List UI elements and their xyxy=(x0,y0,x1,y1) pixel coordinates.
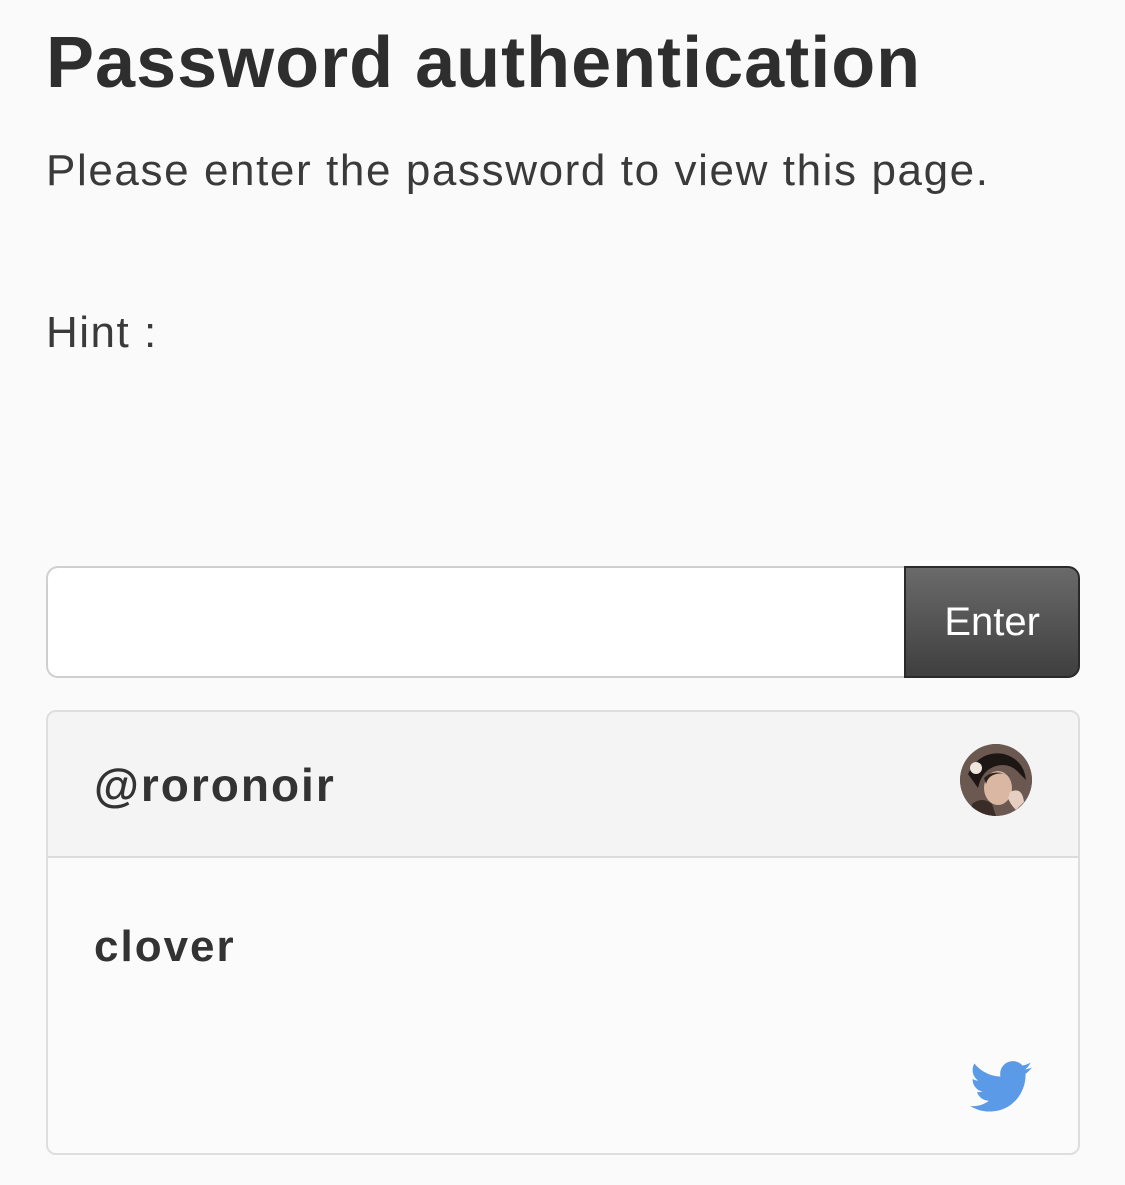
card-body: clover xyxy=(48,858,1078,1153)
card-username[interactable]: @roronoir xyxy=(94,758,336,812)
password-form: Enter xyxy=(46,566,1080,678)
page-description: Please enter the password to view this p… xyxy=(46,146,990,195)
avatar[interactable] xyxy=(960,744,1032,816)
card-message: clover xyxy=(94,922,236,971)
page-title: Password authentication xyxy=(46,23,922,103)
twitter-bird-icon[interactable] xyxy=(970,1061,1032,1113)
avatar-image xyxy=(960,744,1032,816)
hint-label: Hint : xyxy=(46,308,158,357)
password-input[interactable] xyxy=(46,566,905,678)
enter-button[interactable]: Enter xyxy=(904,566,1080,678)
card-header: @roronoir xyxy=(48,712,1078,858)
profile-card: @roronoir clover xyxy=(46,710,1080,1155)
